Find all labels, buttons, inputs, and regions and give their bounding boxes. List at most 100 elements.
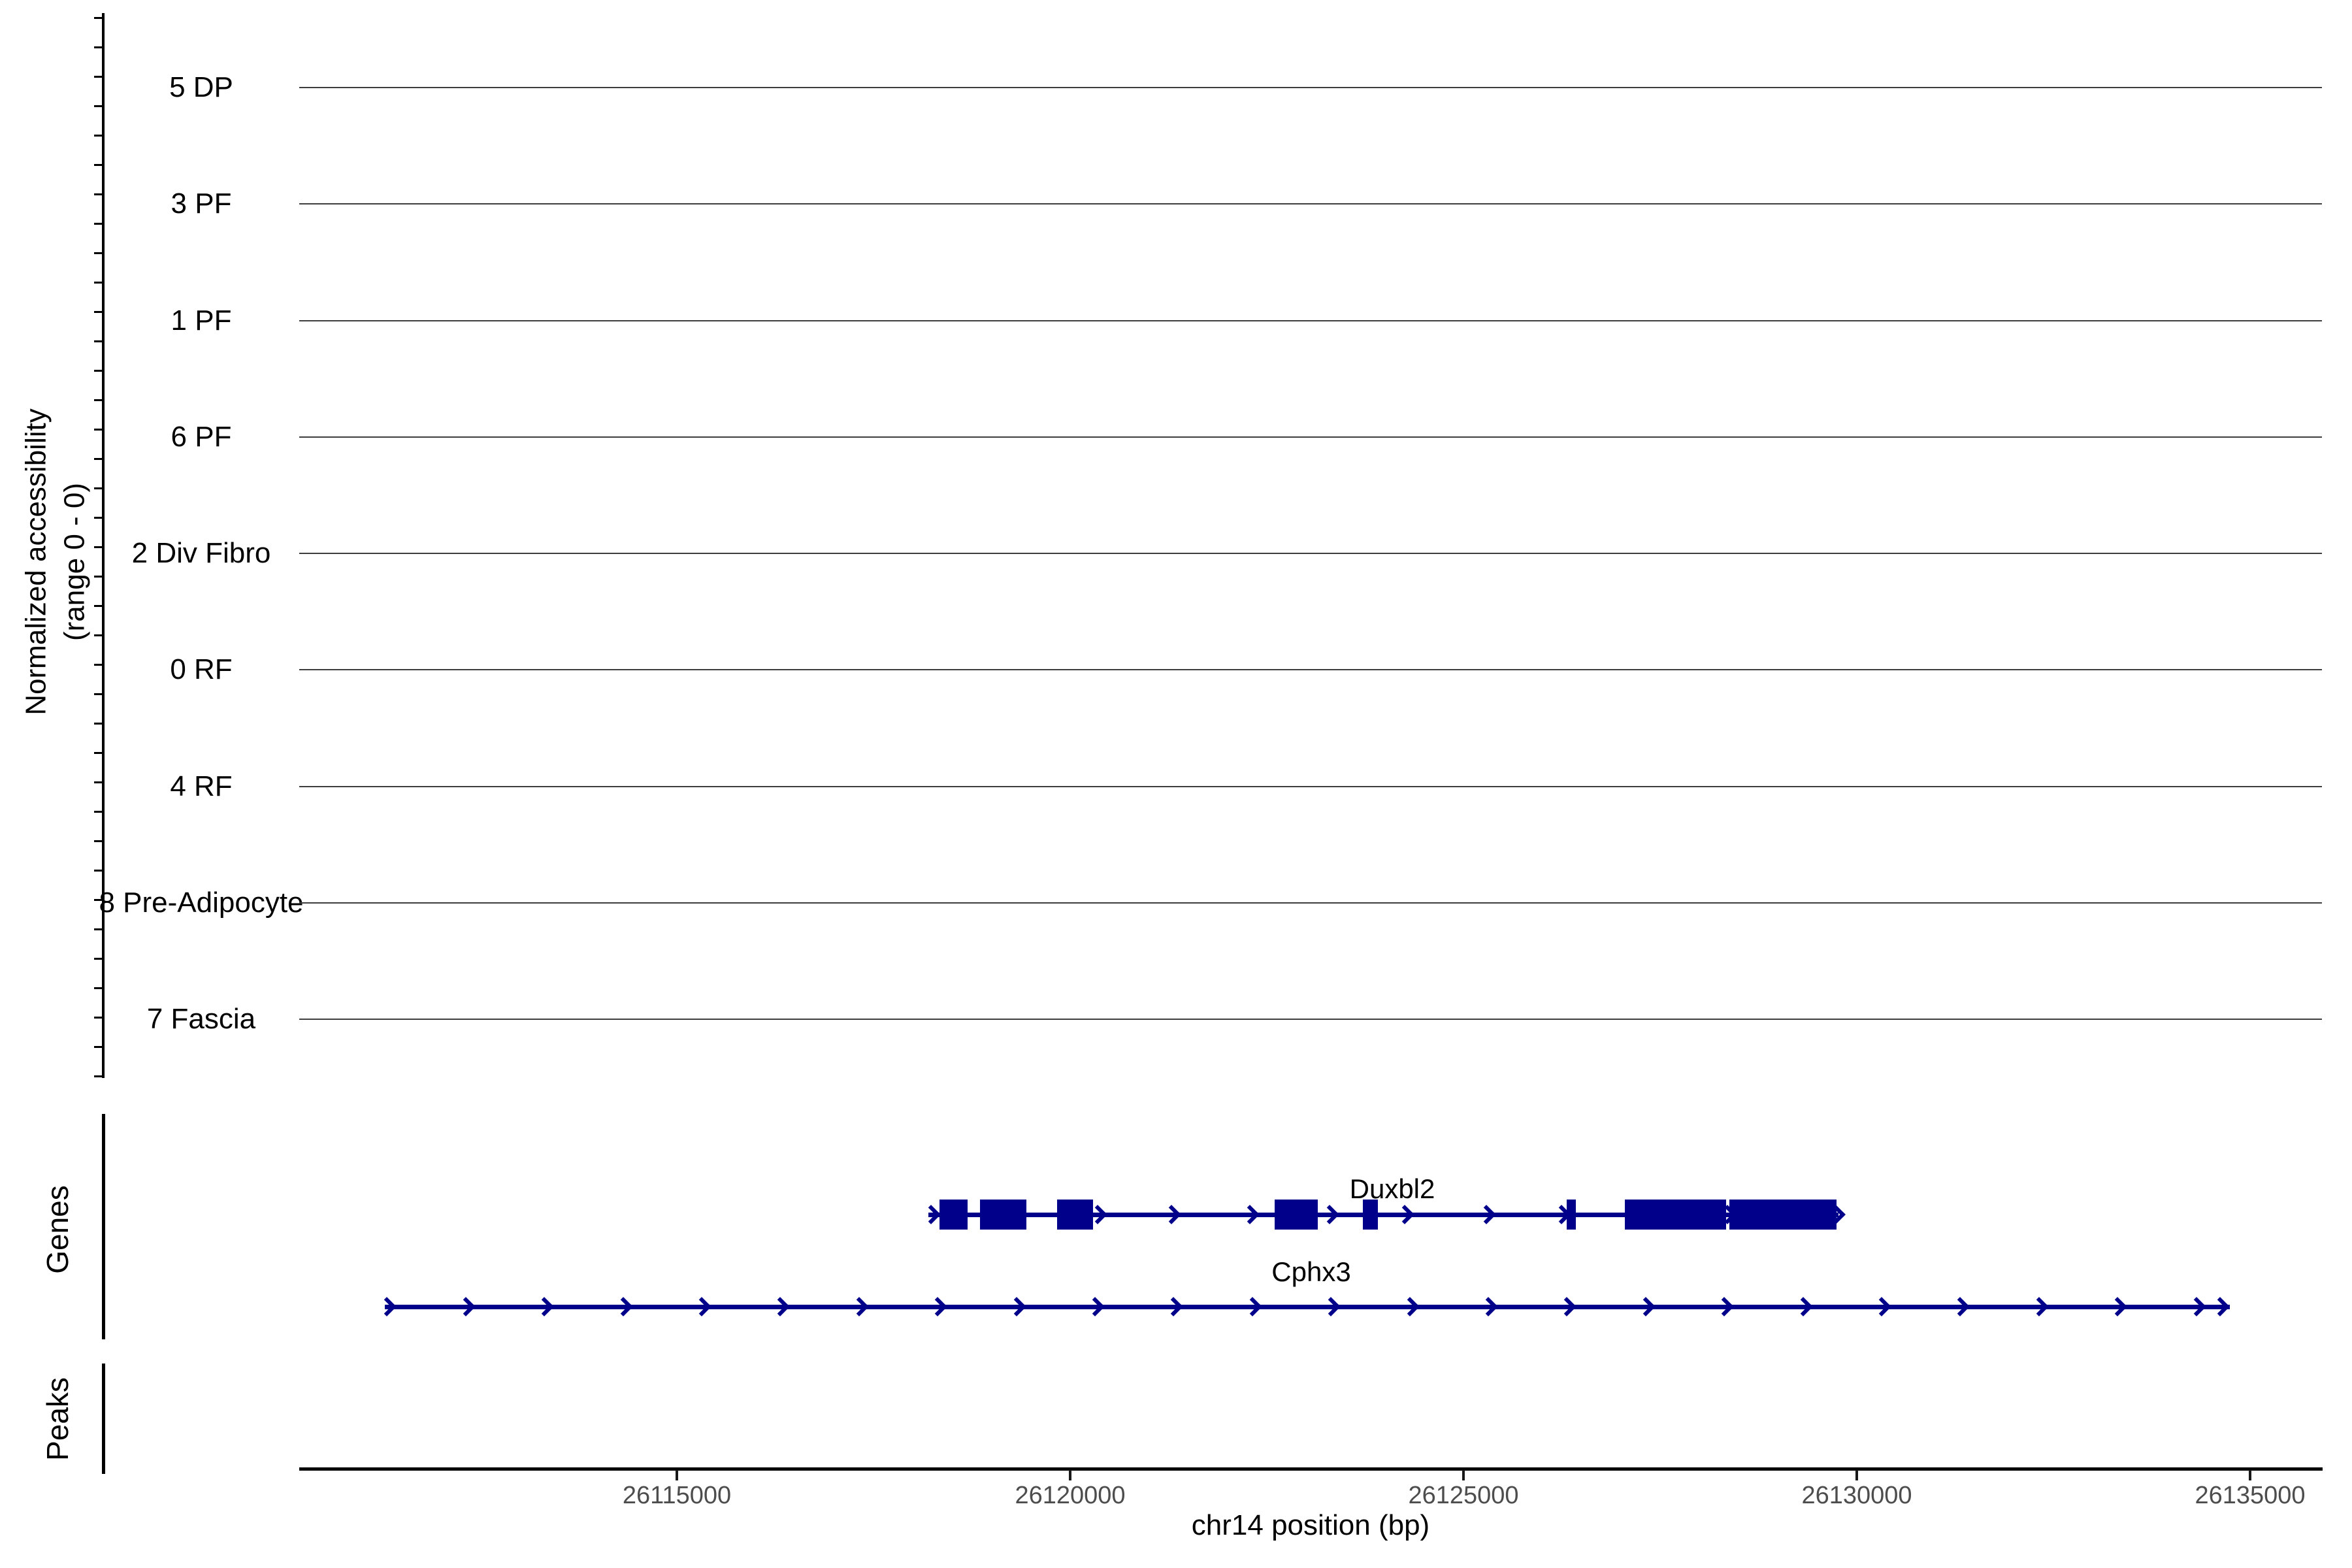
accessibility-axis-minor-tick <box>94 723 103 725</box>
track-label: 1 PF <box>171 304 232 337</box>
accessibility-axis-minor-tick <box>94 605 103 607</box>
strand-direction-arrow-icon <box>1478 1297 1498 1316</box>
genes-axis-line <box>102 1114 105 1339</box>
y-axis-label: Normalized accessibility (range 0 - 0) <box>17 408 95 715</box>
strand-direction-arrow-icon <box>2108 1297 2127 1316</box>
strand-direction-arrow-icon <box>1164 1297 1183 1316</box>
track-baseline <box>299 1019 2322 1020</box>
strand-direction-arrow-icon <box>1395 1205 1414 1224</box>
accessibility-axis-minor-tick <box>94 634 103 636</box>
accessibility-axis-minor-tick <box>94 399 103 401</box>
strand-direction-arrow-icon <box>1557 1297 1576 1316</box>
track-baseline <box>299 436 2322 438</box>
x-axis-line <box>299 1467 2323 1471</box>
gene-exon-block <box>1057 1200 1093 1230</box>
gene-name-label: Duxbl2 <box>1350 1173 1435 1205</box>
coverage-plot-figure: Normalized accessibility (range 0 - 0) 5… <box>0 0 2352 1568</box>
x-axis-title: chr14 position (bp) <box>1192 1509 1429 1542</box>
accessibility-axis-minor-tick <box>94 135 103 137</box>
x-axis-tick <box>1855 1470 1858 1480</box>
accessibility-axis-minor-tick <box>94 546 103 548</box>
accessibility-axis-minor-tick <box>94 282 103 284</box>
track-baseline <box>299 553 2322 554</box>
strand-direction-arrow-icon <box>1714 1297 1734 1316</box>
strand-direction-arrow-icon <box>534 1297 554 1316</box>
track-baseline <box>299 203 2322 204</box>
accessibility-axis-minor-tick <box>94 458 103 460</box>
genes-section-label: Genes <box>40 1185 75 1274</box>
track-label: 3 PF <box>171 188 232 220</box>
accessibility-axis-minor-tick <box>94 870 103 872</box>
strand-direction-arrow-icon <box>2029 1297 2049 1316</box>
y-axis-label-line2: (range 0 - 0) <box>56 408 94 715</box>
track-baseline <box>299 786 2322 787</box>
x-axis-tick <box>1462 1470 1465 1480</box>
track-label: 7 Fascia <box>147 1003 255 1036</box>
x-axis-tick-label: 26115000 <box>623 1482 731 1510</box>
accessibility-axis-minor-tick <box>94 664 103 666</box>
track-label: 5 DP <box>169 71 233 104</box>
gene-exon-block <box>1567 1200 1576 1230</box>
track-baseline <box>299 669 2322 670</box>
strand-direction-arrow-icon <box>1321 1297 1341 1316</box>
accessibility-axis-minor-tick <box>94 958 103 960</box>
track-label: 8 Pre-Adipocyte <box>99 887 303 919</box>
accessibility-axis-minor-tick <box>94 781 103 783</box>
gene-exon-block <box>1625 1200 1726 1230</box>
accessibility-axis-minor-tick <box>94 752 103 754</box>
accessibility-axis-minor-tick <box>94 517 103 519</box>
accessibility-axis-minor-tick <box>94 811 103 813</box>
strand-direction-arrow-icon <box>692 1297 711 1316</box>
accessibility-axis-minor-tick <box>94 693 103 695</box>
accessibility-axis-minor-tick <box>94 987 103 989</box>
strand-direction-arrow-icon <box>613 1297 633 1316</box>
x-axis-tick-label: 26125000 <box>1408 1482 1518 1510</box>
accessibility-axis-minor-tick <box>94 76 103 78</box>
track-label: 4 RF <box>170 770 232 803</box>
strand-direction-arrow-icon <box>1243 1297 1262 1316</box>
accessibility-axis-minor-tick <box>94 252 103 254</box>
strand-direction-arrow-icon <box>1007 1297 1026 1316</box>
x-axis-tick-label: 26120000 <box>1015 1482 1125 1510</box>
strand-direction-arrow-icon <box>1085 1297 1105 1316</box>
strand-direction-arrow-icon <box>921 1205 941 1224</box>
strand-direction-arrow-icon <box>770 1297 790 1316</box>
accessibility-axis-minor-tick <box>94 223 103 225</box>
gene-exon-block <box>939 1200 968 1230</box>
x-axis-tick <box>1069 1470 1071 1480</box>
gene-exon-block <box>1729 1200 1837 1230</box>
accessibility-axis-minor-tick <box>94 193 103 195</box>
strand-direction-arrow-icon <box>1477 1205 1496 1224</box>
track-label: 2 Div Fibro <box>132 537 271 570</box>
strand-direction-arrow-icon <box>1400 1297 1420 1316</box>
accessibility-axis-minor-tick <box>94 1046 103 1048</box>
strand-direction-arrow-icon <box>1320 1205 1339 1224</box>
x-axis-tick-label: 26130000 <box>1801 1482 1912 1510</box>
track-baseline <box>299 320 2322 321</box>
accessibility-axis-minor-tick <box>94 928 103 930</box>
accessibility-axis-minor-tick <box>94 429 103 431</box>
x-axis-tick <box>2249 1470 2251 1480</box>
strand-direction-arrow-icon <box>849 1297 869 1316</box>
strand-direction-arrow-icon <box>377 1297 397 1316</box>
accessibility-axis-minor-tick <box>94 17 103 19</box>
peaks-section-label: Peaks <box>40 1377 75 1461</box>
accessibility-axis-minor-tick <box>94 840 103 842</box>
gene-exon-block <box>980 1200 1026 1230</box>
accessibility-axis-minor-tick <box>94 164 103 166</box>
strand-direction-arrow-icon <box>1950 1297 1970 1316</box>
strand-direction-arrow-icon <box>2210 1297 2230 1316</box>
accessibility-axis-minor-tick <box>94 1017 103 1019</box>
gene-exon-block <box>1275 1200 1318 1230</box>
track-label: 0 RF <box>170 653 232 686</box>
x-axis-tick <box>676 1470 678 1480</box>
y-axis-label-line1: Normalized accessibility <box>17 408 56 715</box>
strand-direction-arrow-icon <box>456 1297 476 1316</box>
strand-direction-arrow-icon <box>1872 1297 1891 1316</box>
strand-direction-arrow-icon <box>2187 1297 2206 1316</box>
gene-name-label: Cphx3 <box>1271 1256 1350 1288</box>
peaks-axis-line <box>102 1364 105 1474</box>
x-axis-tick-label: 26135000 <box>2195 1482 2305 1510</box>
accessibility-axis-minor-tick <box>94 370 103 372</box>
strand-direction-arrow-icon <box>1162 1205 1181 1224</box>
